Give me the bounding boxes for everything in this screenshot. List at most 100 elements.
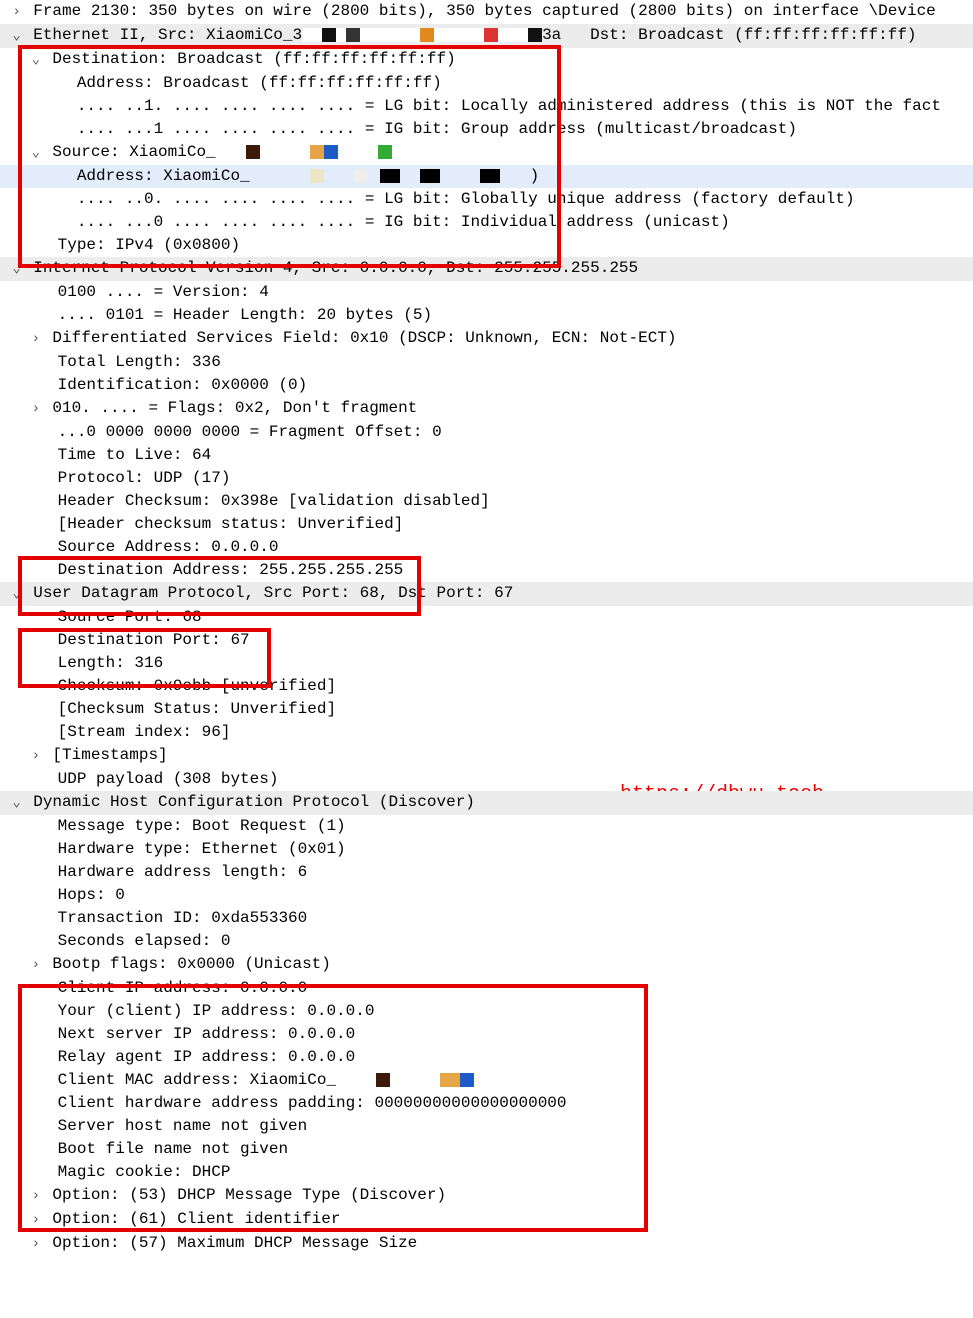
tree-row-eth-dest-ig[interactable]: .... ...1 .... .... .... .... = IG bit: … bbox=[0, 118, 973, 141]
chevron-right-icon[interactable]: › bbox=[29, 1209, 43, 1232]
tree-row-dhcp-hwtype[interactable]: Hardware type: Ethernet (0x01) bbox=[0, 838, 973, 861]
tree-row-dhcp-opt61[interactable]: › Option: (61) Client identifier bbox=[0, 1208, 973, 1232]
chevron-down-icon[interactable]: ⌄ bbox=[10, 258, 24, 281]
chevron-right-icon[interactable]: › bbox=[29, 398, 43, 421]
tree-row-dhcp-giaddr[interactable]: Relay agent IP address: 0.0.0.0 bbox=[0, 1046, 973, 1069]
chevron-right-icon[interactable]: › bbox=[29, 954, 43, 977]
ip-cksumstat: [Header checksum status: Unverified] bbox=[58, 515, 404, 533]
dhcp-bootp: Bootp flags: 0x0000 (Unicast) bbox=[52, 955, 330, 973]
tree-row-dhcp-secs[interactable]: Seconds elapsed: 0 bbox=[0, 930, 973, 953]
tree-row-eth-type[interactable]: Type: IPv4 (0x0800) bbox=[0, 234, 973, 257]
udp-header: User Datagram Protocol, Src Port: 68, Ds… bbox=[33, 584, 513, 602]
chevron-right-icon[interactable]: › bbox=[29, 1233, 43, 1256]
ip-srcaddr: Source Address: 0.0.0.0 bbox=[58, 538, 279, 556]
chevron-down-icon[interactable]: ⌄ bbox=[10, 583, 24, 606]
tree-row-dhcp-yiaddr[interactable]: Your (client) IP address: 0.0.0.0 bbox=[0, 1000, 973, 1023]
tree-row-dhcp-sname[interactable]: Server host name not given bbox=[0, 1115, 973, 1138]
tree-row-udp-payload[interactable]: UDP payload (308 bytes) bbox=[0, 768, 973, 791]
tree-row-dhcp-siaddr[interactable]: Next server IP address: 0.0.0.0 bbox=[0, 1023, 973, 1046]
chevron-down-icon[interactable]: ⌄ bbox=[29, 49, 43, 72]
tree-row-dhcp-cookie[interactable]: Magic cookie: DHCP bbox=[0, 1161, 973, 1184]
chevron-right-icon[interactable]: › bbox=[29, 328, 43, 351]
dhcp-opt61: Option: (61) Client identifier bbox=[52, 1210, 340, 1228]
tree-row-dhcp-xid[interactable]: Transaction ID: 0xda553360 bbox=[0, 907, 973, 930]
dhcp-secs: Seconds elapsed: 0 bbox=[58, 932, 231, 950]
tree-row-udp-ts[interactable]: › [Timestamps] bbox=[0, 744, 973, 768]
chevron-right-icon[interactable]: › bbox=[29, 1185, 43, 1208]
tree-row-ip-cksumstat[interactable]: [Header checksum status: Unverified] bbox=[0, 513, 973, 536]
tree-row-eth-src-addr[interactable]: Address: XiaomiCo_) bbox=[0, 165, 973, 188]
tree-row-dhcp[interactable]: ⌄ Dynamic Host Configuration Protocol (D… bbox=[0, 791, 973, 815]
tree-row-ip-hlen[interactable]: .... 0101 = Header Length: 20 bytes (5) bbox=[0, 304, 973, 327]
tree-row-ip-ttl[interactable]: Time to Live: 64 bbox=[0, 444, 973, 467]
tree-row-ethernet[interactable]: ⌄ Ethernet II, Src: XiaomiCo_33a Dst: Br… bbox=[0, 24, 973, 48]
tree-row-udp-cksum[interactable]: Checksum: 0x9ebb [unverified] bbox=[0, 675, 973, 698]
tree-row-ip-flags[interactable]: › 010. .... = Flags: 0x2, Don't fragment bbox=[0, 397, 973, 421]
dhcp-chpad: Client hardware address padding: 0000000… bbox=[58, 1094, 567, 1112]
tree-row-dhcp-chpad[interactable]: Client hardware address padding: 0000000… bbox=[0, 1092, 973, 1115]
eth-src-title: Source: XiaomiCo_ bbox=[52, 143, 215, 161]
udp-cksumstat: [Checksum Status: Unverified] bbox=[58, 700, 336, 718]
redacted-block bbox=[250, 169, 530, 183]
tree-row-udp-len[interactable]: Length: 316 bbox=[0, 652, 973, 675]
tree-row-ip-proto[interactable]: Protocol: UDP (17) bbox=[0, 467, 973, 490]
tree-row-eth-src[interactable]: ⌄ Source: XiaomiCo_ bbox=[0, 141, 973, 165]
tree-row-dhcp-chaddr[interactable]: Client MAC address: XiaomiCo_ bbox=[0, 1069, 973, 1092]
tree-row-udp-srcport[interactable]: Source Port: 68 bbox=[0, 606, 973, 629]
tree-row-ip-version[interactable]: 0100 .... = Version: 4 bbox=[0, 281, 973, 304]
tree-row-ip-frag[interactable]: ...0 0000 0000 0000 = Fragment Offset: 0 bbox=[0, 421, 973, 444]
tree-row-eth-dest-addr[interactable]: Address: Broadcast (ff:ff:ff:ff:ff:ff) bbox=[0, 72, 973, 95]
dhcp-hwtype: Hardware type: Ethernet (0x01) bbox=[58, 840, 346, 858]
tree-row-eth-src-ig[interactable]: .... ...0 .... .... .... .... = IG bit: … bbox=[0, 211, 973, 234]
eth-src-ig-suf: l address (unicast) bbox=[547, 213, 729, 231]
tree-row-udp[interactable]: ⌄ User Datagram Protocol, Src Port: 68, … bbox=[0, 582, 973, 606]
tree-row-ip-id[interactable]: Identification: 0x0000 (0) bbox=[0, 374, 973, 397]
eth-prefix: Ethernet II, Src: XiaomiCo_3 bbox=[33, 26, 302, 44]
tree-row-dhcp-hops[interactable]: Hops: 0 bbox=[0, 884, 973, 907]
dhcp-opt57: Option: (57) Maximum DHCP Message Size bbox=[52, 1234, 417, 1252]
tree-row-udp-dstport[interactable]: Destination Port: 67 bbox=[0, 629, 973, 652]
dhcp-cookie: Magic cookie: DHCP bbox=[58, 1163, 231, 1181]
tree-row-dhcp-hwlen[interactable]: Hardware address length: 6 bbox=[0, 861, 973, 884]
tree-row-eth-dest-lg[interactable]: .... ..1. .... .... .... .... = LG bit: … bbox=[0, 95, 973, 118]
tree-row-ip-totlen[interactable]: Total Length: 336 bbox=[0, 351, 973, 374]
tree-row-ip-cksum[interactable]: Header Checksum: 0x398e [validation disa… bbox=[0, 490, 973, 513]
ip-proto: Protocol: UDP (17) bbox=[58, 469, 231, 487]
tree-row-dhcp-msgtype[interactable]: Message type: Boot Request (1) bbox=[0, 815, 973, 838]
chevron-down-icon[interactable]: ⌄ bbox=[29, 142, 43, 165]
frame-summary: Frame 2130: 350 bytes on wire (2800 bits… bbox=[33, 2, 936, 20]
tree-row-frame[interactable]: › Frame 2130: 350 bytes on wire (2800 bi… bbox=[0, 0, 973, 24]
ip-frag: ...0 0000 0000 0000 = Fragment Offset: 0 bbox=[58, 423, 442, 441]
tree-row-eth-dest[interactable]: ⌄ Destination: Broadcast (ff:ff:ff:ff:ff… bbox=[0, 48, 973, 72]
tree-row-udp-cksumstat[interactable]: [Checksum Status: Unverified] bbox=[0, 698, 973, 721]
chevron-right-icon[interactable]: › bbox=[10, 1, 24, 24]
eth-dst-lg-suf: dministered address (this is NOT the fac… bbox=[547, 97, 941, 115]
dhcp-fname: Boot file name not given bbox=[58, 1140, 288, 1158]
dhcp-xid: Transaction ID: 0xda553360 bbox=[58, 909, 308, 927]
tree-row-dhcp-bootp[interactable]: › Bootp flags: 0x0000 (Unicast) bbox=[0, 953, 973, 977]
eth-src-addr-suf: ) bbox=[530, 167, 540, 185]
tree-row-dhcp-ciaddr[interactable]: Client IP address: 0.0.0.0 bbox=[0, 977, 973, 1000]
tree-row-dhcp-opt53[interactable]: › Option: (53) DHCP Message Type (Discov… bbox=[0, 1184, 973, 1208]
packet-details-pane[interactable]: https://dbwu.tech › Frame 2130: 350 byte… bbox=[0, 0, 973, 1318]
tree-row-dhcp-opt57[interactable]: › Option: (57) Maximum DHCP Message Size bbox=[0, 1232, 973, 1256]
tree-row-eth-src-lg[interactable]: .... ..0. .... .... .... .... = LG bit: … bbox=[0, 188, 973, 211]
tree-row-dhcp-fname[interactable]: Boot file name not given bbox=[0, 1138, 973, 1161]
tree-row-ip-src[interactable]: Source Address: 0.0.0.0 bbox=[0, 536, 973, 559]
tree-row-ip[interactable]: ⌄ Internet Protocol Version 4, Src: 0.0.… bbox=[0, 257, 973, 281]
chevron-down-icon[interactable]: ⌄ bbox=[10, 792, 24, 815]
tree-row-ip-dsf[interactable]: › Differentiated Services Field: 0x10 (D… bbox=[0, 327, 973, 351]
dhcp-sname: Server host name not given bbox=[58, 1117, 308, 1135]
dhcp-yiaddr: Your (client) IP address: 0.0.0.0 bbox=[58, 1002, 375, 1020]
eth-src-lg-suf: unique address (factory default) bbox=[547, 190, 854, 208]
chevron-down-icon[interactable]: ⌄ bbox=[10, 25, 24, 48]
tree-row-udp-stream[interactable]: [Stream index: 96] bbox=[0, 721, 973, 744]
udp-ts: [Timestamps] bbox=[52, 746, 167, 764]
chevron-right-icon[interactable]: › bbox=[29, 745, 43, 768]
eth-type: Type: IPv4 (0x0800) bbox=[58, 236, 240, 254]
ip-id: Identification: 0x0000 (0) bbox=[58, 376, 308, 394]
tree-row-ip-dst[interactable]: Destination Address: 255.255.255.255 bbox=[0, 559, 973, 582]
udp-payload: UDP payload (308 bytes) bbox=[58, 770, 279, 788]
ip-ttl: Time to Live: 64 bbox=[58, 446, 212, 464]
eth-dst-title: Destination: Broadcast (ff:ff:ff:ff:ff:f… bbox=[52, 50, 455, 68]
